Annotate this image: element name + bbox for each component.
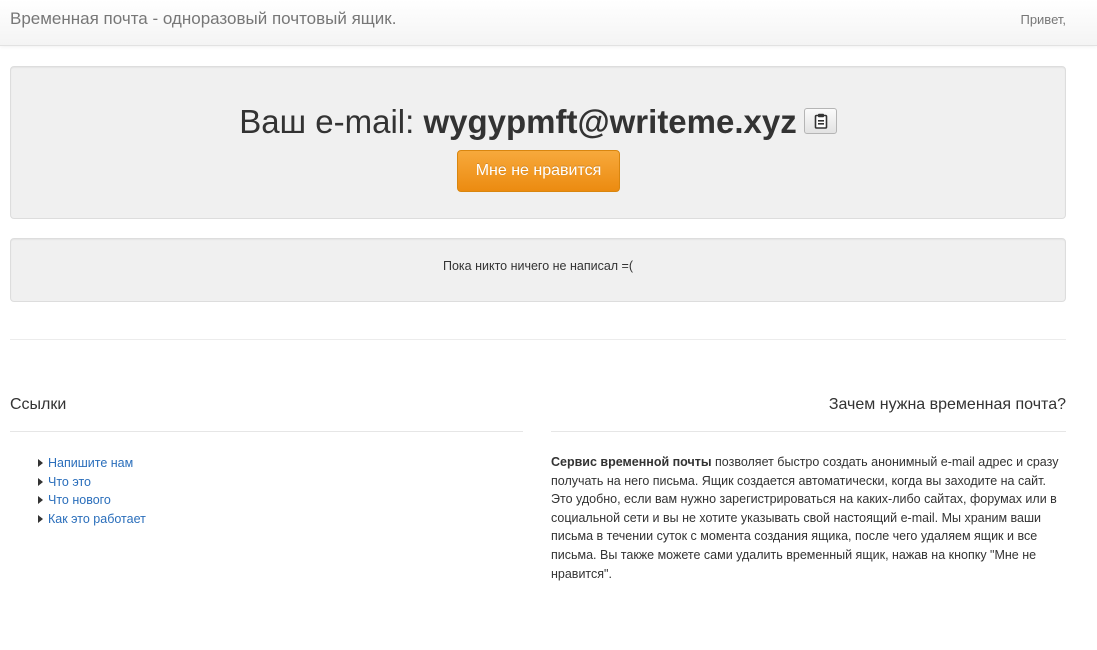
- about-section-title: Зачем нужна временная почта?: [828, 396, 1066, 413]
- links-section-rule: [10, 431, 523, 432]
- link-contact-us[interactable]: Напишите нам: [48, 456, 133, 470]
- greeting-text: Привет,: [1020, 12, 1066, 27]
- about-bold-lead: Сервис временной почты: [551, 455, 712, 469]
- caret-right-icon: [38, 459, 43, 467]
- link-whats-new[interactable]: Что нового: [48, 493, 111, 507]
- list-item: Как это работает: [38, 510, 523, 529]
- about-text: Сервис временной почты позволяет быстро …: [551, 453, 1066, 583]
- email-prefix: Ваш e-mail:: [239, 103, 424, 140]
- about-body: позволяет быстро создать анонимный e-mai…: [551, 455, 1059, 581]
- clipboard-icon: [814, 114, 828, 130]
- link-how-it-works[interactable]: Как это работает: [48, 512, 146, 526]
- links-section: Ссылки Напишите нам Что это Что нового К…: [10, 393, 523, 528]
- list-item: Что нового: [38, 491, 523, 510]
- email-address[interactable]: wygypmft@writeme.xyz: [423, 103, 796, 140]
- dislike-button[interactable]: Мне не нравится: [457, 150, 620, 192]
- list-item: Напишите нам: [38, 454, 523, 473]
- list-item: Что это: [38, 473, 523, 492]
- links-section-title: Ссылки: [10, 396, 67, 413]
- link-what-is-it[interactable]: Что это: [48, 475, 91, 489]
- caret-right-icon: [38, 496, 43, 504]
- caret-right-icon: [38, 514, 43, 523]
- top-navbar: Временная почта - одноразовый почтовый я…: [0, 0, 1097, 46]
- site-title[interactable]: Временная почта - одноразовый почтовый я…: [10, 9, 396, 29]
- section-divider: [10, 339, 1066, 340]
- links-list: Напишите нам Что это Что нового Как это …: [10, 454, 523, 528]
- inbox-panel: Пока никто ничего не написал =(: [10, 238, 1066, 302]
- about-section: Зачем нужна временная почта? Сервис врем…: [551, 393, 1066, 583]
- caret-right-icon: [38, 477, 43, 486]
- email-panel: Ваш e-mail: wygypmft@writeme.xyz Мне не …: [10, 66, 1066, 219]
- copy-email-button[interactable]: [803, 108, 837, 135]
- inbox-empty-message: Пока никто ничего не написал =(: [442, 259, 634, 273]
- email-line: Ваш e-mail: wygypmft@writeme.xyz: [11, 100, 1065, 144]
- about-section-rule: [551, 431, 1066, 432]
